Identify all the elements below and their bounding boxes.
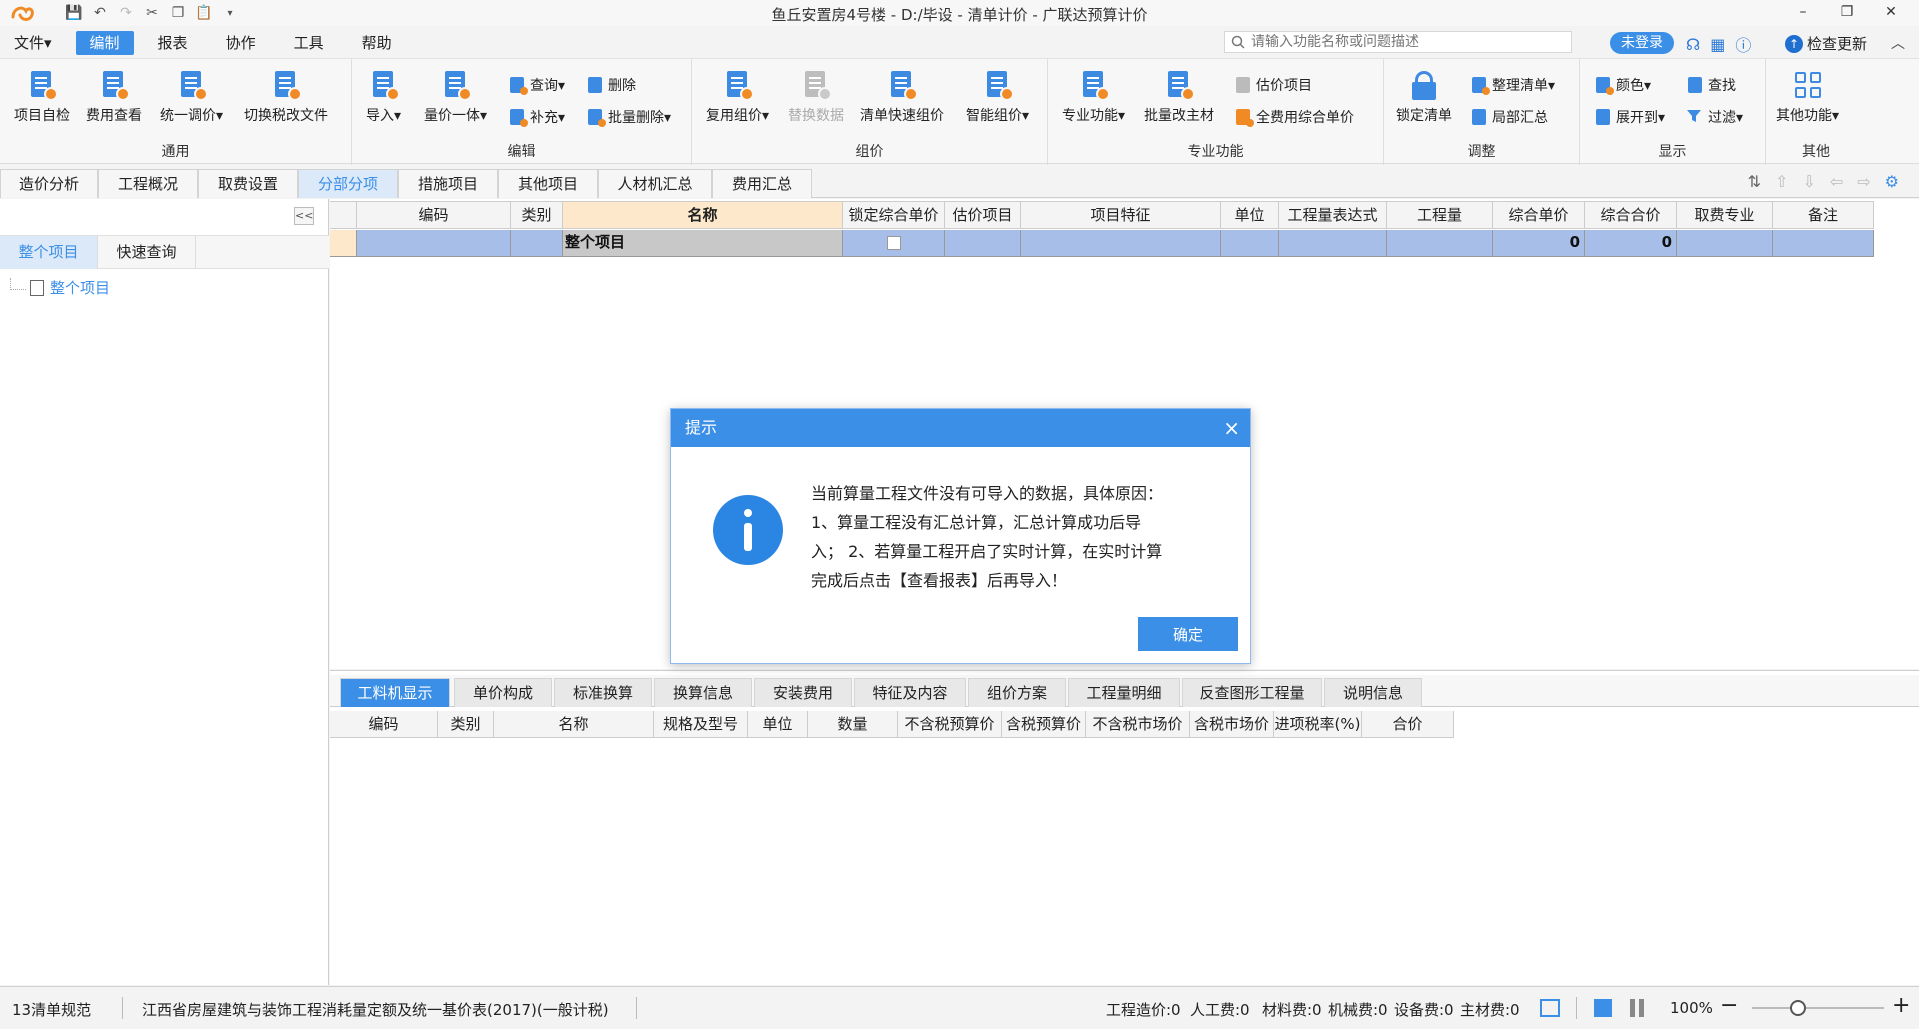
ok-button[interactable]: 确定 — [1138, 617, 1238, 651]
modal-overlay: 提示 × 当前算量工程文件没有可导入的数据，具体原因： 1、算量工程没有汇总计算… — [0, 0, 1919, 1029]
dialog-title-bar: 提示 × — [671, 409, 1250, 447]
info-dialog: 提示 × 当前算量工程文件没有可导入的数据，具体原因： 1、算量工程没有汇总计算… — [670, 408, 1251, 664]
dialog-message-line: 1、算量工程没有汇总计算，汇总计算成功后导 — [811, 513, 1142, 532]
dialog-message: 当前算量工程文件没有可导入的数据，具体原因： 1、算量工程没有汇总计算，汇总计算… — [811, 479, 1231, 595]
dialog-message-line: 完成后点击【查看报表】后再导入！ — [811, 571, 1068, 590]
dialog-message-line: 入； 2、若算量工程开启了实时计算，在实时计算 — [811, 542, 1163, 561]
dialog-close-button[interactable]: × — [1223, 409, 1240, 447]
dialog-title: 提示 — [685, 418, 718, 437]
dialog-message-line: 当前算量工程文件没有可导入的数据，具体原因： — [811, 484, 1164, 503]
info-icon — [713, 495, 783, 565]
